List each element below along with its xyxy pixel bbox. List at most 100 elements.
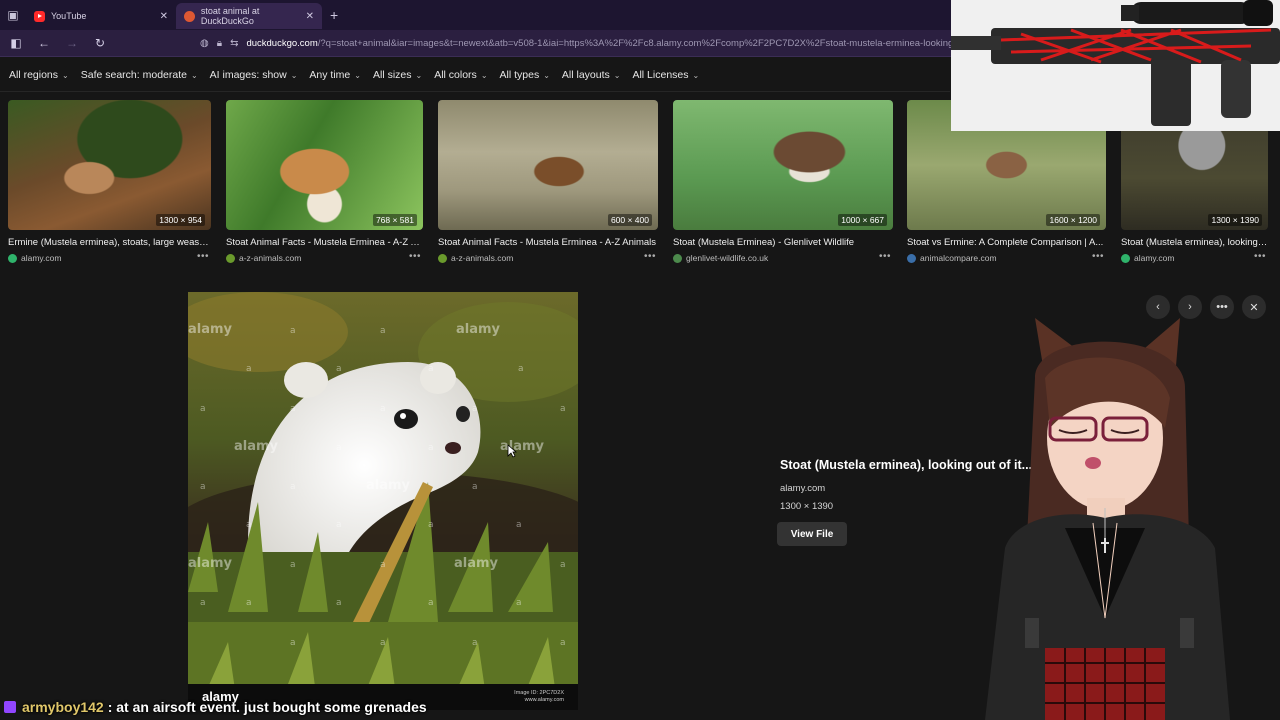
watermark: a: [380, 560, 386, 570]
more-options-icon[interactable]: •••: [197, 251, 209, 262]
filter-label: All types: [499, 69, 540, 81]
stream-chat-message: armyboy142 : at an airsoft event. just b…: [4, 697, 427, 717]
more-options-icon[interactable]: •••: [409, 251, 421, 262]
back-button[interactable]: ←: [32, 31, 56, 55]
watermark: alamy: [234, 439, 279, 454]
image-dimensions: 1600 × 1200: [1046, 214, 1100, 226]
watermark: a: [472, 638, 478, 648]
chevron-down-icon: ⌄: [613, 70, 621, 80]
result-title[interactable]: Ermine (Mustela erminea), stoats, large …: [8, 237, 211, 248]
shield-icon[interactable]: ◍: [200, 38, 209, 49]
result-source[interactable]: animalcompare.com: [907, 253, 997, 263]
close-tab-icon[interactable]: ✕: [306, 11, 314, 22]
more-options-icon[interactable]: •••: [1092, 251, 1104, 262]
thumbnail-image[interactable]: 1300 × 954: [8, 100, 211, 230]
thumbnail-image[interactable]: 1000 × 667: [673, 100, 893, 230]
image-result[interactable]: 1000 × 667 Stoat (Mustela Erminea) - Gle…: [673, 100, 893, 263]
tab-label: YouTube: [51, 11, 87, 21]
watermark: alamy: [366, 478, 411, 493]
close-detail-button[interactable]: ✕: [1242, 295, 1266, 319]
site-favicon-icon: [226, 253, 235, 263]
image-dimensions: 600 × 400: [607, 214, 652, 226]
site-favicon-icon: [673, 253, 682, 263]
lock-icon[interactable]: 🔒︎: [217, 38, 222, 49]
filter-licenses[interactable]: All Licenses ⌄: [632, 69, 699, 81]
tab-list-icon[interactable]: ▣: [0, 0, 26, 30]
watermark: a: [380, 326, 386, 336]
filter-sizes[interactable]: All sizes ⌄: [373, 69, 422, 81]
previous-image-button[interactable]: ‹: [1146, 295, 1170, 319]
filter-layouts[interactable]: All layouts ⌄: [562, 69, 621, 81]
thumbnail-image[interactable]: 768 × 581: [226, 100, 423, 230]
new-tab-button[interactable]: +: [330, 7, 338, 23]
tab-label: stoat animal at DuckDuckGo: [200, 6, 260, 26]
result-source[interactable]: a-z-animals.com: [438, 253, 513, 263]
watermark: alamy: [188, 556, 233, 571]
watermark: a: [200, 598, 206, 608]
filter-label: Safe search: moderate: [80, 69, 187, 81]
more-options-button[interactable]: •••: [1210, 295, 1234, 319]
close-tab-icon[interactable]: ✕: [160, 11, 168, 22]
more-options-icon[interactable]: •••: [879, 251, 891, 262]
watermark: a: [336, 364, 342, 374]
filter-ai-images[interactable]: AI images: show ⌄: [210, 69, 298, 81]
image-result[interactable]: 600 × 400 Stoat Animal Facts - Mustela E…: [438, 100, 658, 263]
watermark: a: [560, 404, 566, 414]
duckduckgo-favicon-icon: [184, 10, 195, 22]
chevron-down-icon: ⌄: [692, 70, 700, 80]
sidebar-toggle-icon[interactable]: ◧: [4, 31, 28, 55]
site-favicon-icon: [907, 253, 916, 263]
filter-types[interactable]: All types ⌄: [500, 69, 550, 81]
result-source[interactable]: alamy.com: [8, 253, 61, 263]
watermark: a: [380, 638, 386, 648]
forward-button[interactable]: →: [60, 31, 84, 55]
detail-source[interactable]: alamy.com: [780, 483, 825, 494]
vtuber-avatar-overlay: [975, 318, 1245, 720]
more-options-icon[interactable]: •••: [1254, 251, 1266, 262]
filter-safe-search[interactable]: Safe search: moderate ⌄: [81, 69, 198, 81]
site-favicon-icon: [438, 253, 447, 263]
page-info-icon[interactable]: ⇆: [230, 38, 238, 49]
more-options-icon[interactable]: •••: [644, 251, 656, 262]
result-source[interactable]: a-z-animals.com: [226, 253, 301, 263]
result-title[interactable]: Stoat Animal Facts - Mustela Erminea - A…: [226, 237, 423, 248]
image-dimensions: 1300 × 1390: [1208, 214, 1262, 226]
divider: [0, 91, 950, 92]
result-source[interactable]: alamy.com: [1121, 253, 1174, 263]
chevron-left-icon: ‹: [1156, 301, 1160, 313]
result-title[interactable]: Stoat vs Ermine: A Complete Comparison |…: [907, 237, 1106, 248]
tab-duckduckgo[interactable]: stoat animal at DuckDuckGo ✕: [176, 3, 322, 29]
image-meta: Image ID: 2PC7D2X www.alamy.com: [514, 690, 564, 704]
reload-button[interactable]: ↻: [88, 31, 112, 55]
youtube-favicon-icon: [34, 10, 45, 22]
image-result[interactable]: 768 × 581 Stoat Animal Facts - Mustela E…: [226, 100, 423, 263]
image-site: www.alamy.com: [524, 697, 564, 703]
mouse-cursor-icon: [507, 444, 517, 458]
source-label: a-z-animals.com: [239, 253, 302, 263]
result-title[interactable]: Stoat (Mustela erminea), looking ...: [1121, 237, 1268, 248]
filter-colors[interactable]: All colors ⌄: [434, 69, 487, 81]
ellipsis-icon: •••: [1216, 301, 1228, 313]
preview-image[interactable]: alamy alamy alamy alamy alamy alamy alam…: [188, 292, 578, 710]
filter-bar: All regions ⌄ Safe search: moderate ⌄ AI i…: [0, 60, 711, 90]
watermark: a: [290, 404, 296, 414]
thumbnail-image[interactable]: 600 × 400: [438, 100, 658, 230]
source-label: alamy.com: [21, 253, 62, 263]
filter-label: AI images: show: [209, 69, 287, 81]
filter-regions[interactable]: All regions ⌄: [9, 69, 69, 81]
result-source[interactable]: glenlivet-wildlife.co.uk: [673, 253, 768, 263]
chat-username: armyboy142: [22, 699, 104, 715]
result-title[interactable]: Stoat Animal Facts - Mustela Erminea - A…: [438, 237, 658, 248]
image-dimensions: 1300 × 954: [156, 214, 205, 226]
next-image-button[interactable]: ›: [1178, 295, 1202, 319]
view-file-button[interactable]: View File: [777, 522, 847, 546]
watermark: a: [428, 364, 434, 374]
watermark: a: [290, 326, 296, 336]
image-result[interactable]: 1300 × 954 Ermine (Mustela erminea), sto…: [8, 100, 211, 263]
watermark: a: [336, 520, 342, 530]
result-title[interactable]: Stoat (Mustela Erminea) - Glenlivet Wild…: [673, 237, 893, 248]
tab-youtube[interactable]: YouTube ✕: [26, 3, 176, 29]
watermark: a: [246, 598, 252, 608]
image-dimensions: 1000 × 667: [838, 214, 887, 226]
filter-time[interactable]: Any time ⌄: [309, 69, 361, 81]
